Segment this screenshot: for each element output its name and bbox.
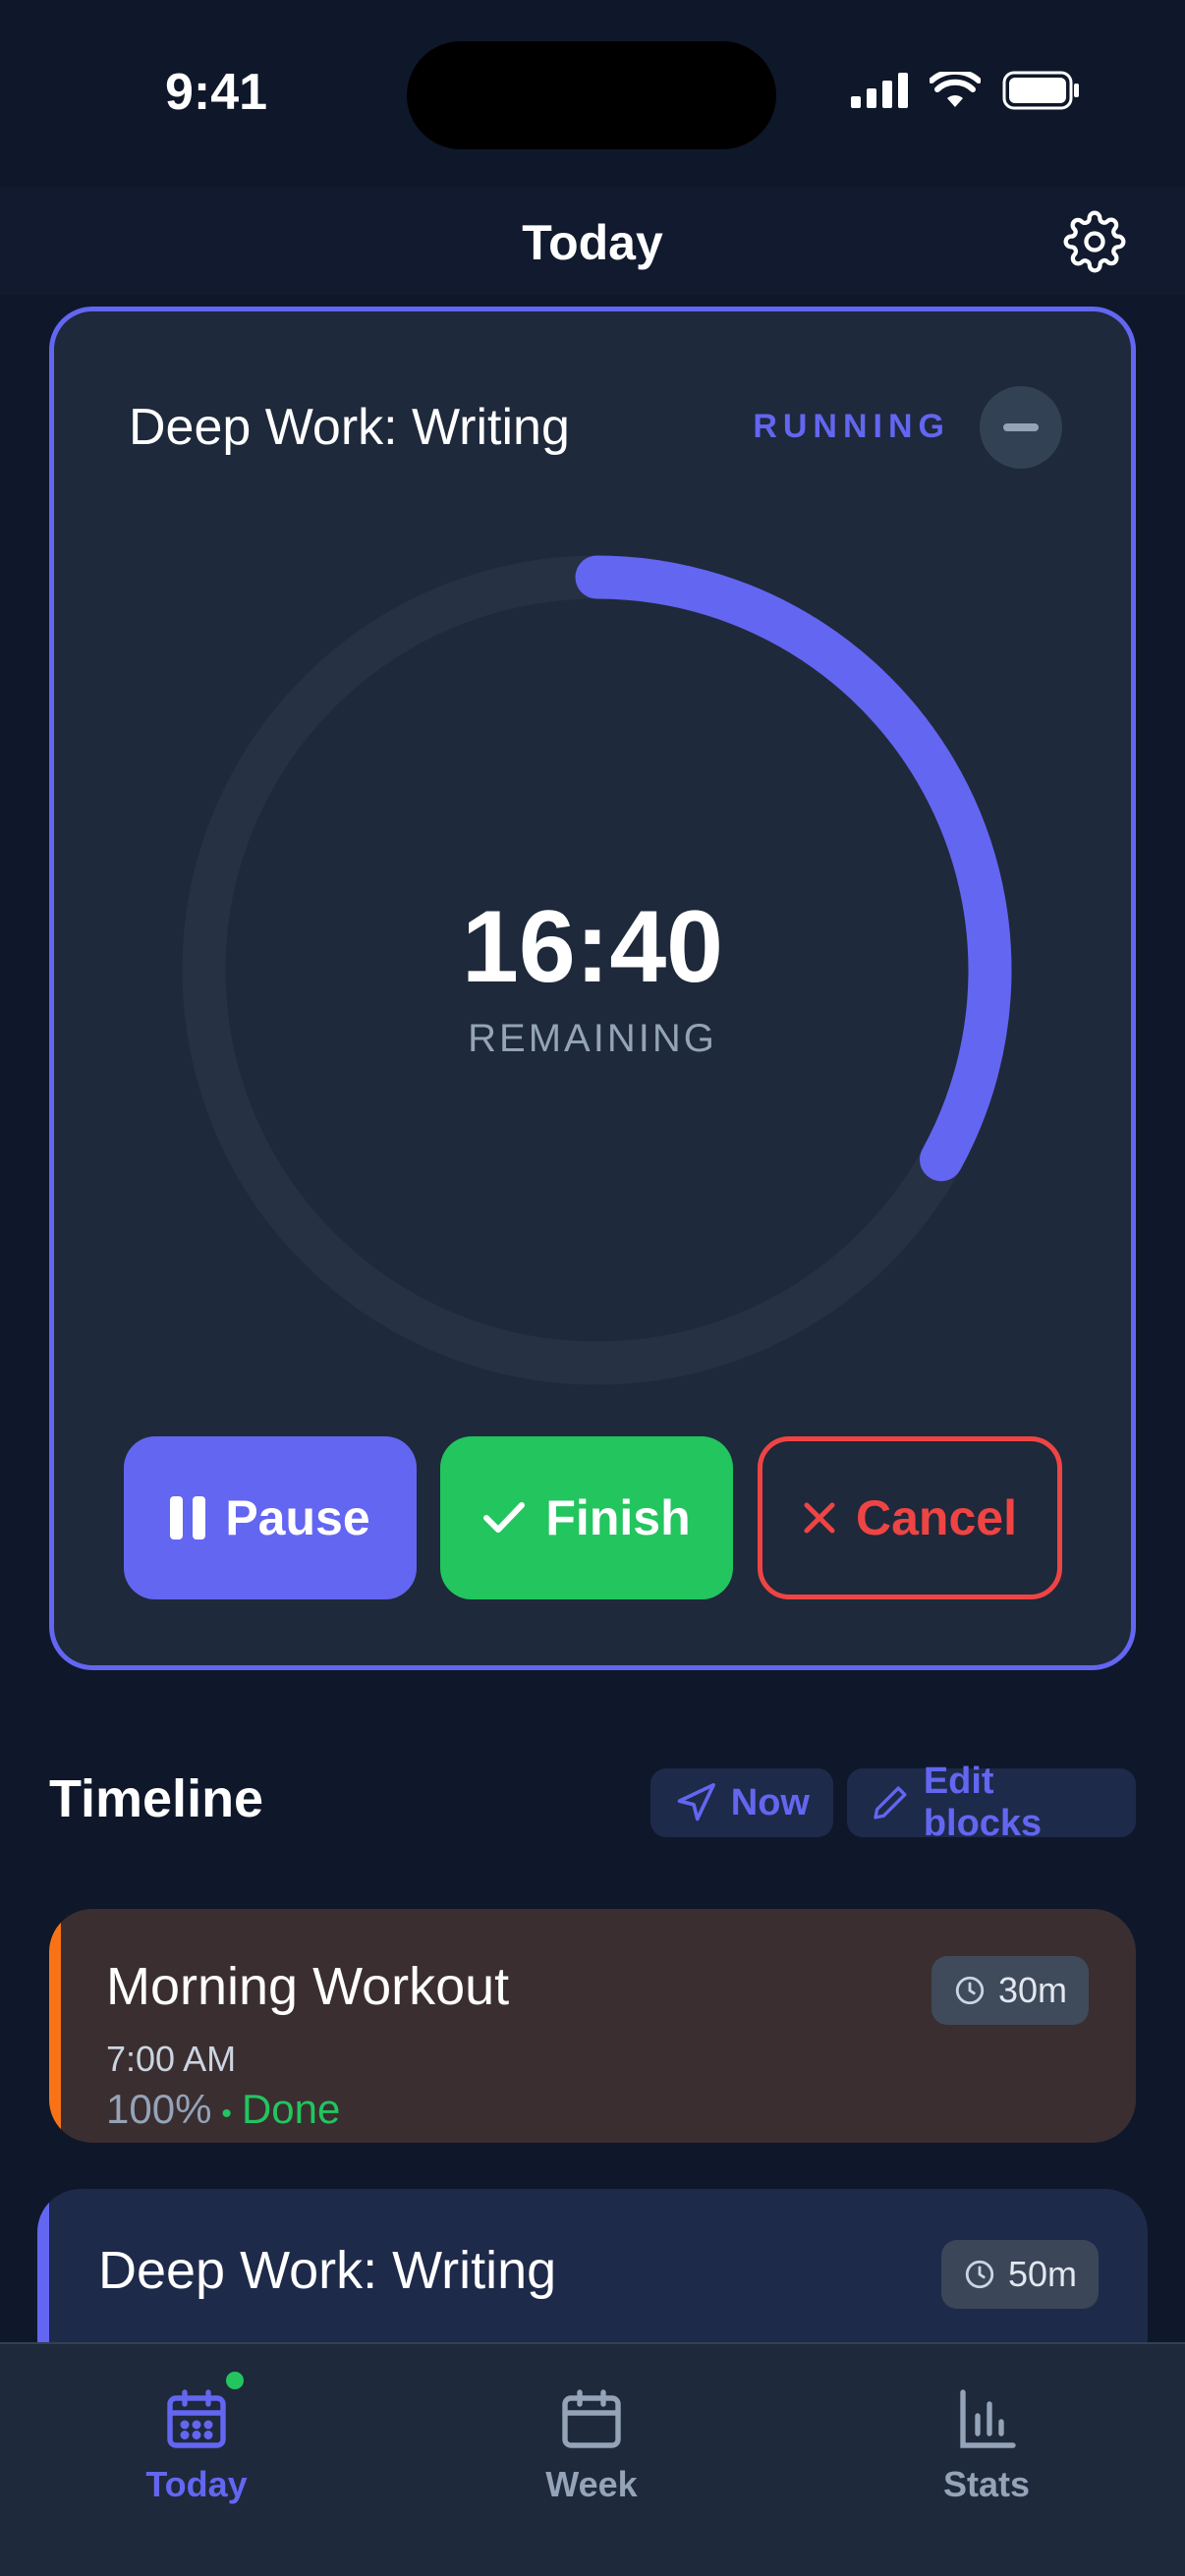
finish-label: Finish xyxy=(545,1490,691,1545)
status-dot: • xyxy=(221,2098,232,2130)
pause-icon xyxy=(170,1496,206,1540)
minus-icon xyxy=(1003,423,1039,431)
tab-week[interactable]: Week xyxy=(474,2383,709,2505)
gear-icon[interactable] xyxy=(1063,210,1126,273)
duration-badge: 50m xyxy=(940,2240,1099,2309)
pause-label: Pause xyxy=(225,1490,370,1545)
block-progress-value: 100% xyxy=(106,2086,212,2132)
calendar-icon xyxy=(556,2383,627,2454)
collapse-button[interactable] xyxy=(980,386,1062,469)
block-title: Morning Workout xyxy=(106,1957,510,2016)
now-button[interactable]: Now xyxy=(650,1768,833,1837)
duration-label: 50m xyxy=(1007,2254,1077,2294)
countdown-timer: 16:40 xyxy=(462,890,723,1004)
signal-icon xyxy=(851,73,908,108)
finish-button[interactable]: Finish xyxy=(440,1436,733,1599)
duration-badge: 30m xyxy=(931,1956,1089,2025)
nav-header: Today xyxy=(0,187,1185,295)
clock-icon xyxy=(965,2260,994,2289)
navigation-arrow-icon xyxy=(677,1782,715,1821)
status-icons xyxy=(851,71,1081,110)
active-block-card: Deep Work: Writing RUNNING 16:40 REMAINI… xyxy=(49,307,1136,1670)
pencil-icon xyxy=(874,1786,907,1820)
status-time: 9:41 xyxy=(165,64,268,121)
check-icon xyxy=(483,1502,526,1533)
edit-blocks-label: Edit blocks xyxy=(923,1761,1043,1844)
pause-button[interactable]: Pause xyxy=(124,1436,417,1599)
progress-ring-arc xyxy=(575,555,1012,1182)
block-status: Done xyxy=(241,2086,341,2132)
duration-label: 30m xyxy=(997,1970,1067,2010)
wifi-icon xyxy=(930,72,981,107)
block-color-bar xyxy=(49,1909,61,2143)
status-bar: 9:41 xyxy=(0,0,1185,187)
clock-icon xyxy=(955,1976,985,2005)
block-title: Deep Work: Writing xyxy=(98,2241,557,2300)
bar-chart-icon xyxy=(951,2383,1022,2454)
calendar-grid-icon xyxy=(161,2368,248,2454)
edit-blocks-button[interactable]: Edit blocks xyxy=(847,1761,1136,1844)
cancel-button[interactable]: Cancel xyxy=(758,1436,1062,1599)
notification-dot xyxy=(222,2368,248,2393)
dynamic-island xyxy=(407,41,776,149)
tab-label: Week xyxy=(545,2464,638,2504)
tab-label: Today xyxy=(145,2464,248,2504)
tab-today[interactable]: Today xyxy=(79,2368,314,2505)
countdown-label: REMAINING xyxy=(468,1017,717,1060)
tab-bar: Today Week Stats xyxy=(0,2342,1185,2576)
tab-stats[interactable]: Stats xyxy=(869,2383,1104,2505)
cancel-label: Cancel xyxy=(856,1490,1017,1545)
page-title: Today xyxy=(522,215,663,270)
timeline-title: Timeline xyxy=(49,1769,264,1828)
active-block-title: Deep Work: Writing xyxy=(129,399,570,456)
timeline-block[interactable]: Morning Workout 7:00 AM 100% • Done 30m xyxy=(49,1909,1136,2143)
tab-label: Stats xyxy=(942,2464,1031,2504)
block-progress: 100% • Done xyxy=(106,2086,340,2133)
block-start-time: 7:00 AM xyxy=(106,2039,237,2079)
battery-icon xyxy=(1002,71,1079,110)
status-badge: RUNNING xyxy=(753,408,950,445)
now-label: Now xyxy=(730,1781,810,1823)
close-icon xyxy=(804,1502,835,1534)
